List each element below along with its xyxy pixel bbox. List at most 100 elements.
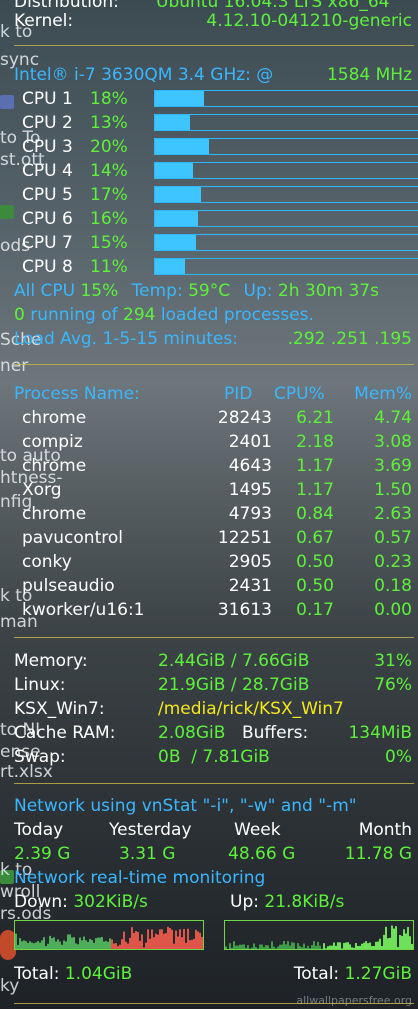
cpu-core-bar-fill <box>155 211 199 226</box>
process-row: chrome 4643 1.17 3.69 <box>14 455 412 477</box>
upload-rate-group: Up: 21.8KiB/s <box>230 891 344 913</box>
upload-label: Up: <box>230 892 259 912</box>
process-pid: 12251 <box>217 528 272 548</box>
process-cpu: 0.17 <box>296 600 334 620</box>
process-row: pulseaudio 2431 0.50 0.18 <box>14 575 412 597</box>
process-pid: 31613 <box>217 600 272 620</box>
swap-percent: 0% <box>385 747 412 767</box>
divider <box>14 45 414 46</box>
cpu-core-bar <box>154 162 418 179</box>
process-mem: 3.08 <box>374 432 412 452</box>
process-name: compiz <box>22 432 83 452</box>
all-cpu-value: 15% <box>80 281 119 301</box>
cpu-core-percent: 13% <box>90 113 128 133</box>
divider <box>14 364 414 365</box>
desktop-icon-label: ner <box>0 356 29 376</box>
process-pid: 4643 <box>228 456 272 476</box>
process-mem: 3.69 <box>374 456 412 476</box>
process-name: chrome <box>22 456 87 476</box>
yesterday-header: Yesterday <box>109 820 192 840</box>
total-upload-group: Total: 1.27GiB <box>294 963 412 985</box>
process-pid: 2401 <box>228 432 272 452</box>
total-upload-value: 1.27GiB <box>344 964 412 984</box>
divider <box>14 637 414 638</box>
process-name: conky <box>22 552 72 572</box>
process-cpu: 1.17 <box>296 456 334 476</box>
process-pid: 4793 <box>228 504 272 524</box>
total-download-value: 1.04GiB <box>64 964 133 984</box>
cpu-core-bar <box>154 210 418 227</box>
process-row: chrome 28243 6.21 4.74 <box>14 407 412 429</box>
transfer-rate-row: Down: 302KiB/s Up: 21.8KiB/s <box>14 891 412 913</box>
spreadsheet-icon[interactable] <box>0 205 14 219</box>
temp-label: Temp: <box>131 281 183 301</box>
memory-row: Memory: 2.44GiB / 7.66GiB 31% <box>14 650 412 672</box>
loaded-text: loaded processes. <box>160 305 314 325</box>
cpu-core-bar <box>154 258 418 275</box>
cpu-percent-header: CPU% <box>274 384 325 404</box>
process-name: pavucontrol <box>22 528 123 548</box>
process-mem: 1.50 <box>374 480 412 500</box>
cpu-core-bar-fill <box>155 259 185 274</box>
cpu-core-row: CPU 8 11% <box>14 256 418 278</box>
swap-label: Swap: <box>14 747 66 767</box>
all-cpu-label: All CPU <box>14 281 76 301</box>
realtime-title: Network real-time monitoring <box>14 868 266 888</box>
cpu-core-bar <box>154 138 418 155</box>
cpu-core-percent: 11% <box>90 257 128 277</box>
process-cpu: 6.21 <box>296 408 334 428</box>
load-average-label: Load Avg. 1-5-15 minutes: <box>14 329 238 349</box>
download-graph-plot <box>15 926 203 949</box>
load-average-row: Load Avg. 1-5-15 minutes: .292 .251 .195 <box>14 328 412 350</box>
process-mem: 0.57 <box>374 528 412 548</box>
uptime-value: 2h 30m 37s <box>277 281 379 301</box>
kernel-label: Kernel: <box>14 11 74 31</box>
cache-label: Cache RAM: <box>14 723 116 743</box>
mem-percent-header: Mem% <box>354 384 412 404</box>
kernel-value: 4.12.10-041210-generic <box>206 11 412 31</box>
win7-mount-row: KSX_Win7: /media/rick/KSX_Win7 <box>14 698 412 720</box>
document-icon[interactable] <box>0 95 14 109</box>
process-header-row: Process Name: PID CPU% Mem% <box>14 383 412 405</box>
process-cpu: 0.50 <box>296 576 334 596</box>
watermark: allwallpapersfree.org <box>296 994 412 1007</box>
loaded-count: 294 <box>123 305 156 325</box>
buffers-label: Buffers: <box>242 723 309 743</box>
process-row: compiz 2401 2.18 3.08 <box>14 431 412 453</box>
upload-graph-plot <box>225 925 413 949</box>
linux-disk-value: 21.9GiB / 28.7GiB <box>158 675 310 695</box>
today-value: 2.39 G <box>14 844 71 864</box>
cpu-core-row: CPU 3 20% <box>14 136 418 158</box>
cpu-core-bar <box>154 114 418 131</box>
process-pid: 2431 <box>228 576 272 596</box>
process-name-header: Process Name: <box>14 384 140 404</box>
process-mem: 0.18 <box>374 576 412 596</box>
total-upload-label: Total: <box>293 964 340 984</box>
memory-label: Memory: <box>14 651 88 671</box>
cpu-core-percent: 16% <box>90 209 128 229</box>
buffers-value: 134MiB <box>348 723 412 743</box>
process-cpu: 0.67 <box>296 528 334 548</box>
cpu-core-row: CPU 5 17% <box>14 184 418 206</box>
cpu-core-bar-fill <box>155 163 193 178</box>
total-row: Total: 1.04GiB Total: 1.27GiB <box>14 963 412 985</box>
download-label: Down: <box>14 892 68 912</box>
vnstat-header-row: Today Yesterday Week Month <box>14 819 412 841</box>
month-value: 11.78 G <box>344 844 412 864</box>
download-rate: 302KiB/s <box>73 892 148 912</box>
cpu-core-label: CPU 4 <box>22 161 73 181</box>
cpu-core-row: CPU 4 14% <box>14 160 418 182</box>
week-value: 48.66 G <box>228 844 296 864</box>
week-header: Week <box>234 820 281 840</box>
cpu-core-label: CPU 1 <box>22 89 73 109</box>
swap-row: Swap: 0B / 7.81GiB 0% <box>14 746 412 768</box>
process-mem: 4.74 <box>374 408 412 428</box>
uptime-label: Up: <box>243 281 273 301</box>
download-graph <box>14 920 204 950</box>
cpu-core-row: CPU 1 18% <box>14 88 418 110</box>
cpu-core-bar-fill <box>155 187 201 202</box>
cpu-frequency: 1584 MHz <box>326 65 412 85</box>
win7-mount-path: /media/rick/KSX_Win7 <box>158 699 344 719</box>
cpu-core-bar <box>154 234 418 251</box>
cpu-core-percent: 20% <box>90 137 128 157</box>
